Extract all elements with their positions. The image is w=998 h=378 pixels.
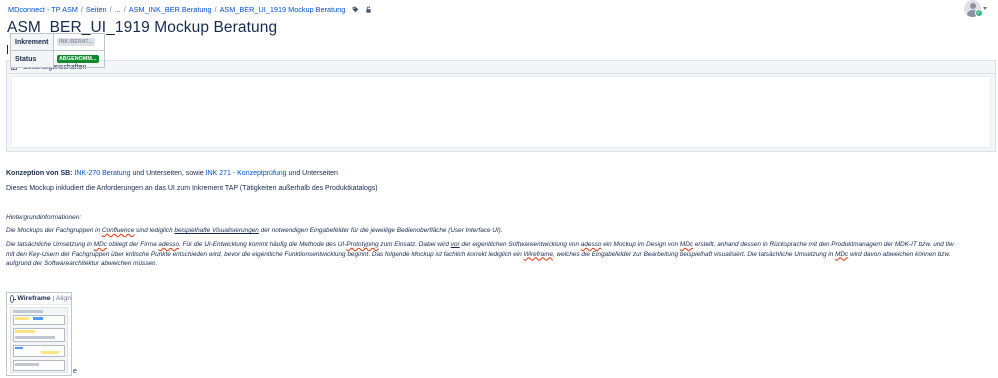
mockup-note: Dieses Mockup inkludiert die Anforderung… xyxy=(6,185,378,192)
para-text: obliegt der Firma xyxy=(108,241,157,248)
konzeption-mid: und Unterseiten, sowie xyxy=(132,170,204,177)
wireframe-subtitle: | Align xyxy=(52,295,71,302)
restriction-icon[interactable] xyxy=(365,6,372,13)
paragraph-umsetzung: Die tatsächliche Umsetzung in MDc oblieg… xyxy=(6,240,996,269)
property-label: Status xyxy=(10,50,54,68)
trailing-text: e xyxy=(73,368,77,375)
wireframe-title: Wireframe xyxy=(17,295,51,302)
page-properties-body xyxy=(11,76,991,148)
para-text: ein Mockup im Design von xyxy=(603,241,679,248)
konzeption-line: Konzeption von SB: INK-270 Beratung und … xyxy=(6,170,338,177)
para-text: Die tatsächliche Umsetzung in xyxy=(6,241,92,248)
status-badge: ✓ xyxy=(975,9,983,17)
link-ink-271[interactable]: INK 271 - Konzeptprüfung xyxy=(206,170,287,177)
wireframe-macro[interactable]: Wireframe | Align xyxy=(6,292,72,376)
para-text: aufgrund der Softwarearchitektur abweich… xyxy=(6,260,158,268)
status-lozenge: ABGENOMM... xyxy=(57,54,99,64)
page-properties-header[interactable]: Seiteneigenschaften xyxy=(7,61,995,74)
text-cursor xyxy=(7,45,8,54)
breadcrumb: MDconnect - TP ASM / Seiten / ... / ASM_… xyxy=(8,4,372,14)
table-row: Status ABGENOMM... xyxy=(10,50,105,68)
para-text: zum Einsatz. Dabei wird xyxy=(380,241,449,248)
wireframe-header: Wireframe | Align xyxy=(7,293,71,305)
para-text: adesso xyxy=(158,241,180,248)
para-text: . Für die UI-Entwicklung kommt häufig di… xyxy=(179,241,347,248)
tag-icon[interactable] xyxy=(352,6,359,13)
wireframe-logo-icon xyxy=(10,294,17,303)
para-text: Confluence xyxy=(101,227,135,234)
breadcrumb-separator: / xyxy=(80,4,83,14)
para-text: Die Mockups der Fachgruppen in xyxy=(6,227,101,234)
para-text: der notwendigen Eingabefelder für die je… xyxy=(260,227,503,234)
hintergrund-heading: Hintergrundinformationen: xyxy=(6,214,82,221)
table-row: Inkrement INK-BERAT... xyxy=(10,33,105,51)
para-text: sind lediglich xyxy=(136,227,173,234)
breadcrumb-separator: / xyxy=(214,4,217,14)
para-text: , welches die Eingabefelder zur Bearbeit… xyxy=(553,250,834,258)
para-text: wird davon abweichen können bzw. xyxy=(849,250,951,258)
chevron-down-icon[interactable] xyxy=(983,7,987,10)
para-text: erstellt, anhand dessen in Rücksprache m… xyxy=(694,241,955,248)
breadcrumb-parent-page[interactable]: ASM_INK_BER Beratung xyxy=(129,5,212,14)
para-text: Prototyping xyxy=(346,241,379,248)
para-text: Wireframe xyxy=(523,250,553,258)
konzeption-end: und Unterseiten xyxy=(288,170,338,177)
property-value-cell: INK-BERAT... xyxy=(53,33,105,51)
properties-table: Inkrement INK-BERAT... Status ABGENOMM..… xyxy=(10,33,105,68)
para-text: MDc xyxy=(835,250,849,258)
paragraph-mockups: Die Mockups der Fachgruppen in Confluenc… xyxy=(6,226,996,236)
breadcrumb-separator: / xyxy=(123,4,126,14)
para-text: adesso xyxy=(580,241,602,248)
breadcrumb-space[interactable]: MDconnect - TP ASM xyxy=(8,5,78,14)
link-ink-270[interactable]: INK-270 Beratung xyxy=(74,170,130,177)
breadcrumb-current-page[interactable]: ASM_BER_UI_1919 Mockup Beratung xyxy=(220,5,346,14)
para-text: mit den Key-Usern der Fachgruppen über k… xyxy=(6,250,522,258)
para-text: der eigentlichen Softwareentwicklung von xyxy=(461,241,580,248)
user-avatar-menu[interactable]: ✓ xyxy=(964,0,987,18)
page-properties-panel: Seiteneigenschaften xyxy=(6,60,996,152)
property-label: Inkrement xyxy=(10,33,54,51)
breadcrumb-ellipsis[interactable]: ... xyxy=(115,5,121,14)
breadcrumb-separator: / xyxy=(109,4,112,14)
para-text: vor xyxy=(450,241,460,248)
para-text: beispielhafte Visualisierungen xyxy=(174,227,259,234)
para-text: MDc xyxy=(679,241,694,248)
property-value-cell: ABGENOMM... xyxy=(53,50,105,68)
status-lozenge: INK-BERAT... xyxy=(57,37,95,47)
breadcrumb-pages[interactable]: Seiten xyxy=(86,5,107,14)
konzeption-label: Konzeption von SB: xyxy=(6,170,73,177)
wireframe-preview[interactable] xyxy=(10,307,68,373)
para-text: MDc xyxy=(93,241,107,248)
